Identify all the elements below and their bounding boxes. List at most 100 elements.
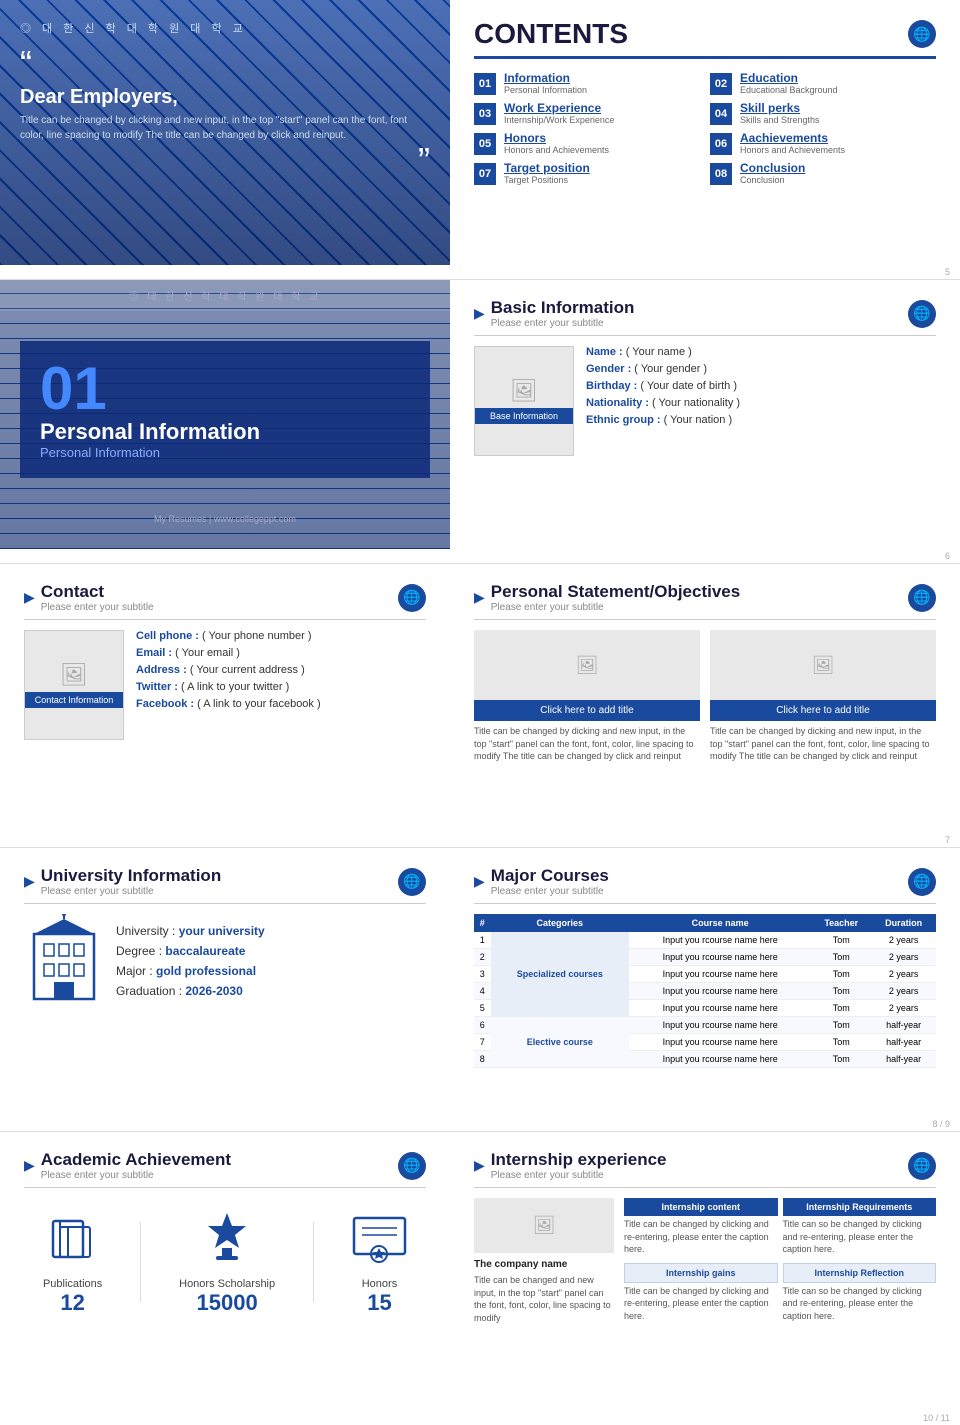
- card-text-1: Title can be changed by dicking and new …: [474, 725, 700, 763]
- contents-item-title[interactable]: Honors: [504, 131, 609, 145]
- uni-field-label: University :: [116, 924, 179, 938]
- intern-box-item: Internship RequirementsTitle can so be c…: [783, 1198, 937, 1258]
- achieve-icon-1: [179, 1208, 275, 1272]
- contents-text: Work Experience Internship/Work Experien…: [504, 101, 614, 125]
- contact-field-row: Cell phone : ( Your phone number ): [136, 630, 321, 642]
- academic-divider: [24, 1187, 426, 1188]
- contents-item-title[interactable]: Education: [740, 71, 838, 85]
- blue-arrow-internship: ▶: [474, 1157, 485, 1174]
- quote-title: Dear Employers,: [20, 86, 430, 109]
- course-teacher: Tom: [811, 966, 871, 983]
- contents-item-title[interactable]: Target position: [504, 161, 590, 175]
- contents-num: 01: [474, 73, 496, 95]
- contact-field-label: Twitter :: [136, 681, 178, 693]
- globe-icon-academic: 🌐: [398, 1152, 426, 1180]
- courses-header: ▶ Major Courses Please enter your subtit…: [474, 866, 936, 897]
- contact-field-label: Address :: [136, 664, 187, 676]
- basic-info-section: ▶ Basic Information Please enter your su…: [450, 280, 960, 549]
- intern-box-content: Title can so be changed by clicking and …: [783, 1285, 937, 1323]
- page-num-3: 7: [0, 833, 960, 847]
- contact-fields: Cell phone : ( Your phone number )Email …: [136, 630, 321, 740]
- contents-item: 05 Honors Honors and Achievements: [474, 131, 700, 155]
- course-duration: half-year: [871, 1034, 936, 1051]
- contents-item-sub: Conclusion: [740, 175, 805, 185]
- basic-info-box: 🖼 Base Information Name : ( Your name )G…: [474, 346, 936, 456]
- contents-item: 02 Education Educational Background: [710, 71, 936, 95]
- blue-arrow-icon: ▶: [474, 305, 485, 322]
- card-text-2: Title can be changed by dicking and new …: [710, 725, 936, 763]
- contents-num: 06: [710, 133, 732, 155]
- cover-section: ◎ 대 한 신 학 대 학 원 대 학 교 “ Dear Employers, …: [0, 0, 450, 265]
- courses-divider: [474, 903, 936, 904]
- contents-item: 01 Information Personal Information: [474, 71, 700, 95]
- internship-box: 🖼 The company name Title can be changed …: [474, 1198, 936, 1324]
- statement-card-1: 🖼 Click here to add title Title can be c…: [474, 630, 700, 763]
- uni-divider: [24, 903, 426, 904]
- contents-num: 08: [710, 163, 732, 185]
- course-name: Input you rcourse name here: [629, 1000, 811, 1017]
- uni-subtitle: Please enter your subtitle: [41, 886, 221, 897]
- course-duration: half-year: [871, 1017, 936, 1034]
- course-duration: 2 years: [871, 932, 936, 949]
- achieve-icon-0: [43, 1213, 102, 1272]
- course-num: 6: [474, 1017, 491, 1034]
- contact-photo-label: Contact Information: [25, 692, 123, 708]
- contents-item-title[interactable]: Skill perks: [740, 101, 820, 115]
- course-name: Input you rcourse name here: [629, 983, 811, 1000]
- card-btn-2[interactable]: Click here to add title: [710, 700, 936, 721]
- info-fields: Name : ( Your name )Gender : ( Your gend…: [586, 346, 936, 456]
- achieve-label: Publications: [43, 1278, 102, 1290]
- field-label: Nationality :: [586, 397, 649, 409]
- contents-num: 07: [474, 163, 496, 185]
- course-teacher: Tom: [811, 949, 871, 966]
- uni-field-row: Graduation : 2026-2030: [116, 984, 265, 998]
- field-value: ( Your gender ): [634, 363, 707, 375]
- contents-item-title[interactable]: Work Experience: [504, 101, 614, 115]
- intern-company-desc: Title can be changed and new input, in t…: [474, 1274, 614, 1324]
- intern-box-label: Internship gains: [624, 1263, 778, 1283]
- course-num: 5: [474, 1000, 491, 1017]
- contents-item-sub: Honors and Achievements: [504, 145, 609, 155]
- blue-arrow-uni: ▶: [24, 873, 35, 890]
- uni-title: University Information: [41, 866, 221, 886]
- page-1: ◎ 대 한 신 학 대 학 원 대 학 교 “ Dear Employers, …: [0, 0, 960, 265]
- contents-num: 05: [474, 133, 496, 155]
- page-5: ▶ Academic Achievement Please enter your…: [0, 1131, 960, 1411]
- achieve-number: 15: [352, 1290, 407, 1316]
- contents-item-title[interactable]: Information: [504, 71, 587, 85]
- course-category: Elective course: [491, 1017, 630, 1068]
- field-label: Birthday :: [586, 380, 637, 392]
- course-table-header: #: [474, 914, 491, 932]
- globe-icon-internship: 🌐: [908, 1152, 936, 1180]
- contents-text: Education Educational Background: [740, 71, 838, 95]
- field-value: ( Your nationality ): [652, 397, 740, 409]
- statement-card-2: 🖼 Click here to add title Title can be c…: [710, 630, 936, 763]
- contact-subtitle: Please enter your subtitle: [41, 602, 154, 613]
- academic-subtitle: Please enter your subtitle: [41, 1170, 231, 1181]
- personal-info-section: ◎ 대 한 신 학 대 학 원 대 학 교 01 Personal Inform…: [0, 280, 450, 549]
- achieve-label: Honors Scholarship: [179, 1278, 275, 1290]
- course-num: 8: [474, 1051, 491, 1068]
- course-teacher: Tom: [811, 1000, 871, 1017]
- contact-field-label: Cell phone :: [136, 630, 199, 642]
- contents-item-sub: Honors and Achievements: [740, 145, 845, 155]
- page-3: ▶ Contact Please enter your subtitle 🌐 🖼…: [0, 563, 960, 833]
- academic-header: ▶ Academic Achievement Please enter your…: [24, 1150, 426, 1181]
- contact-field-value: ( A link to your twitter ): [181, 681, 289, 693]
- card-btn-1[interactable]: Click here to add title: [474, 700, 700, 721]
- statement-section: ▶ Personal Statement/Objectives Please e…: [450, 564, 960, 833]
- statement-subtitle: Please enter your subtitle: [491, 602, 740, 613]
- contents-item-title[interactable]: Conclusion: [740, 161, 805, 175]
- contents-item-title[interactable]: Aachievements: [740, 131, 845, 145]
- course-teacher: Tom: [811, 1051, 871, 1068]
- uni-header: ▶ University Information Please enter yo…: [24, 866, 426, 897]
- basic-info-header: ▶ Basic Information Please enter your su…: [474, 298, 936, 329]
- course-duration: 2 years: [871, 949, 936, 966]
- internship-subtitle: Please enter your subtitle: [491, 1170, 667, 1181]
- contact-field-value: ( Your email ): [175, 647, 240, 659]
- contents-grid: 01 Information Personal Information 02 E…: [474, 71, 936, 185]
- page-num-4: 8 / 9: [0, 1117, 960, 1131]
- uni-field-value: gold professional: [156, 964, 256, 978]
- university-section: ▶ University Information Please enter yo…: [0, 848, 450, 1117]
- statement-header: ▶ Personal Statement/Objectives Please e…: [474, 582, 936, 613]
